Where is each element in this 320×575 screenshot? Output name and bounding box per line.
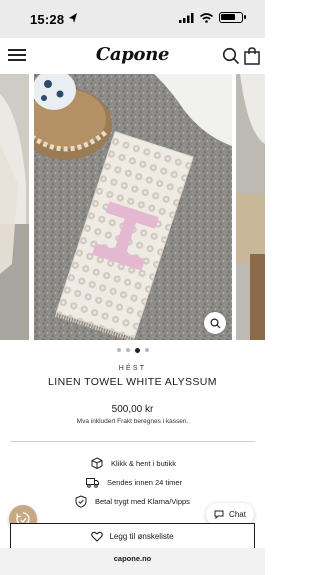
pagination-dot[interactable] bbox=[125, 348, 130, 352]
url-text[interactable]: capone.no bbox=[0, 554, 265, 563]
zoom-button[interactable] bbox=[204, 312, 226, 334]
heart-icon bbox=[91, 531, 104, 542]
status-bar: 15:28 bbox=[0, 0, 265, 38]
magnifier-icon bbox=[209, 317, 220, 328]
pagination-dot-active[interactable] bbox=[134, 347, 140, 353]
product-brand[interactable]: HÉST bbox=[0, 365, 265, 372]
wishlist-label: Legg til ønskeliste bbox=[109, 531, 174, 541]
feature-label: Betal trygt med Klarna/Vipps bbox=[95, 497, 190, 506]
chat-label: Chat bbox=[229, 510, 246, 519]
shopping-bag-icon[interactable] bbox=[244, 47, 260, 65]
feature-label: Sendes innen 24 timer bbox=[107, 478, 183, 487]
truck-icon bbox=[86, 478, 99, 488]
next-slide-image bbox=[236, 74, 265, 340]
signal-icon bbox=[179, 12, 194, 23]
browser-url-bar[interactable]: capone.no bbox=[0, 548, 265, 575]
feature-payment: Betal trygt med Klarna/Vipps bbox=[75, 495, 190, 508]
gallery-slide-current[interactable] bbox=[34, 74, 232, 340]
previous-slide-image bbox=[0, 74, 29, 340]
tax-shipping-note: Mva inkludert Frakt beregnes i kassen. bbox=[76, 418, 189, 425]
product-gallery[interactable] bbox=[0, 74, 265, 340]
box-icon bbox=[91, 457, 103, 469]
search-icon[interactable] bbox=[222, 47, 240, 65]
chat-bubble-icon bbox=[214, 510, 224, 519]
divider bbox=[10, 441, 255, 442]
product-title: LINEN TOWEL WHITE ALYSSUM bbox=[48, 376, 217, 388]
wifi-icon bbox=[200, 12, 213, 23]
add-to-wishlist-button[interactable]: Legg til ønskeliste bbox=[10, 523, 255, 549]
site-header: Capone bbox=[0, 38, 265, 74]
pagination-dot[interactable] bbox=[144, 348, 149, 352]
gallery-pagination[interactable] bbox=[0, 347, 265, 354]
shield-check-icon bbox=[75, 495, 87, 508]
feature-label: Klikk & hent i butikk bbox=[111, 458, 177, 468]
status-time: 15:28 bbox=[30, 12, 65, 27]
gallery-slide-previous[interactable] bbox=[0, 74, 29, 340]
product-image bbox=[34, 74, 232, 340]
product-price: 500,00 kr bbox=[111, 404, 154, 415]
feature-pickup: Klikk & hent i butikk bbox=[91, 457, 176, 469]
location-arrow-icon bbox=[69, 13, 77, 23]
gallery-slide-next[interactable] bbox=[236, 74, 265, 340]
status-indicators bbox=[179, 12, 246, 23]
battery-icon bbox=[219, 12, 246, 23]
feature-shipping: Sendes innen 24 timer bbox=[86, 477, 182, 488]
pagination-dot[interactable] bbox=[116, 348, 121, 352]
